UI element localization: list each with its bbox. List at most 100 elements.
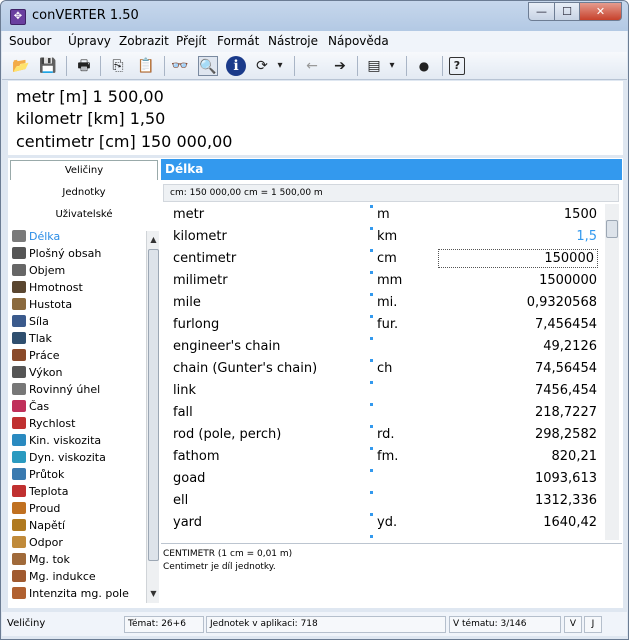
unit-value[interactable]: 298,2582: [535, 424, 597, 446]
menu-format[interactable]: Formát: [217, 34, 259, 48]
menu-prejit[interactable]: Přejít: [176, 34, 206, 48]
category-item[interactable]: Napětí: [12, 517, 65, 534]
unit-value[interactable]: 1312,336: [535, 490, 597, 512]
menu-soubor[interactable]: Soubor: [9, 34, 51, 48]
unit-row[interactable]: centimetr cm 150000: [163, 248, 605, 270]
unit-value[interactable]: 1500000: [539, 270, 597, 292]
category-item[interactable]: Síla: [12, 313, 49, 330]
unit-value[interactable]: 1500: [564, 204, 597, 226]
category-item[interactable]: Mg. tok: [12, 551, 70, 568]
paste-icon[interactable]: 📋: [136, 56, 156, 76]
category-scrollbar[interactable]: ▲ ▼: [146, 231, 159, 603]
close-button[interactable]: ✕: [579, 2, 622, 21]
category-item[interactable]: Mg. indukce: [12, 568, 96, 585]
unit-value[interactable]: 1093,613: [535, 468, 597, 490]
title-bar[interactable]: ✥ conVERTER 1.50 — ☐ ✕: [1, 1, 628, 31]
tab-uzivatelske[interactable]: Uživatelské: [8, 205, 160, 225]
refresh-dropdown-icon[interactable]: ▾: [274, 56, 286, 76]
menu-nastroje[interactable]: Nástroje: [268, 34, 318, 48]
unit-value[interactable]: 7456,454: [535, 380, 597, 402]
unit-value[interactable]: 1640,42: [543, 512, 597, 534]
unit-scrollbar[interactable]: [605, 204, 619, 540]
open-folder-icon[interactable]: 📂: [11, 56, 31, 76]
find-icon[interactable]: 🔍: [198, 56, 218, 76]
maximize-button[interactable]: ☐: [554, 2, 580, 21]
unit-row[interactable]: yard yd. 1640,42: [163, 512, 605, 534]
resistor-icon: [12, 536, 26, 548]
unit-value[interactable]: 49,2126: [543, 336, 597, 358]
category-item[interactable]: Intenzita mg. pole: [12, 585, 129, 602]
unit-value[interactable]: 74,56454: [535, 358, 597, 380]
row-marker: [370, 403, 373, 406]
list-icon[interactable]: ▤: [364, 56, 384, 76]
unit-value[interactable]: 820,21: [552, 446, 598, 468]
unit-row[interactable]: link 7456,454: [163, 380, 605, 402]
scroll-thumb[interactable]: [606, 220, 618, 238]
back-arrow-icon[interactable]: ←: [302, 56, 322, 76]
category-item[interactable]: Odpor: [12, 534, 63, 551]
row-marker: [370, 227, 373, 230]
row-marker: [370, 205, 373, 208]
forward-arrow-icon[interactable]: ➔: [330, 56, 350, 76]
unit-value-input[interactable]: 150000: [438, 249, 598, 268]
status-v[interactable]: V: [564, 616, 582, 633]
category-item[interactable]: Proud: [12, 500, 60, 517]
tab-veliciny[interactable]: Veličiny: [10, 160, 158, 180]
unit-name: goad: [173, 471, 206, 486]
list-dropdown-icon[interactable]: ▾: [386, 56, 398, 76]
unit-row[interactable]: mile mi. 0,9320568: [163, 292, 605, 314]
unit-value[interactable]: 0,9320568: [527, 292, 597, 314]
category-item[interactable]: Hmotnost: [12, 279, 83, 296]
menu-zobrazit[interactable]: Zobrazit: [119, 34, 169, 48]
drop-icon: [12, 434, 26, 446]
record-icon[interactable]: ●: [414, 56, 434, 76]
category-item[interactable]: Čas: [12, 398, 49, 415]
scroll-thumb[interactable]: [148, 249, 159, 561]
scroll-down-icon[interactable]: ▼: [148, 587, 159, 601]
category-item[interactable]: Práce: [12, 347, 60, 364]
unit-row[interactable]: fathom fm. 820,21: [163, 446, 605, 468]
category-item[interactable]: Rovinný úhel: [12, 381, 100, 398]
category-item[interactable]: Rychlost: [12, 415, 75, 432]
category-item[interactable]: Objem: [12, 262, 65, 279]
unit-row[interactable]: goad 1093,613: [163, 468, 605, 490]
category-item[interactable]: Délka: [12, 228, 60, 245]
info-icon[interactable]: ℹ: [226, 56, 246, 76]
unit-row[interactable]: furlong fur. 7,456454: [163, 314, 605, 336]
category-item[interactable]: Hustota: [12, 296, 72, 313]
save-icon[interactable]: 💾: [38, 56, 58, 76]
unit-row[interactable]: engineer's chain 49,2126: [163, 336, 605, 358]
category-label: Průtok: [29, 468, 65, 481]
refresh-icon[interactable]: ⟳: [252, 56, 272, 76]
status-j[interactable]: J: [584, 616, 602, 633]
scroll-up-icon[interactable]: ▲: [148, 233, 159, 247]
unit-row[interactable]: rod (pole, perch) rd. 298,2582: [163, 424, 605, 446]
glasses-icon[interactable]: 👓: [170, 56, 190, 76]
unit-value[interactable]: 218,7227: [535, 402, 597, 424]
unit-row[interactable]: fall 218,7227: [163, 402, 605, 424]
category-item[interactable]: Průtok: [12, 466, 64, 483]
copy-icon[interactable]: ⎘: [108, 56, 128, 76]
toolbar-separator: [100, 56, 101, 76]
category-item[interactable]: Plošný obsah: [12, 245, 101, 262]
unit-row[interactable]: kilometr km 1,5: [163, 226, 605, 248]
minimize-button[interactable]: —: [528, 2, 555, 21]
category-item[interactable]: Výkon: [12, 364, 62, 381]
unit-row[interactable]: ell 1312,336: [163, 490, 605, 512]
category-item[interactable]: Teplota: [12, 483, 68, 500]
unit-value[interactable]: 7,456454: [535, 314, 597, 336]
unit-row[interactable]: [163, 534, 605, 540]
category-item[interactable]: Dyn. viskozita: [12, 449, 106, 466]
unit-value[interactable]: 1,5: [576, 226, 597, 248]
unit-abbreviation: yd.: [377, 515, 398, 530]
unit-row[interactable]: metr m 1500: [163, 204, 605, 226]
category-item[interactable]: Kin. viskozita: [12, 432, 101, 449]
category-item[interactable]: Tlak: [12, 330, 52, 347]
unit-row[interactable]: milimetr mm 1500000: [163, 270, 605, 292]
unit-row[interactable]: chain (Gunter's chain) ch 74,56454: [163, 358, 605, 380]
menu-napoveda[interactable]: Nápověda: [328, 34, 389, 48]
print-icon[interactable]: 🖶: [74, 56, 94, 76]
help-icon[interactable]: ?: [449, 57, 465, 75]
menu-upravy[interactable]: Úpravy: [68, 34, 111, 48]
tab-jednotky[interactable]: Jednotky: [8, 183, 160, 203]
